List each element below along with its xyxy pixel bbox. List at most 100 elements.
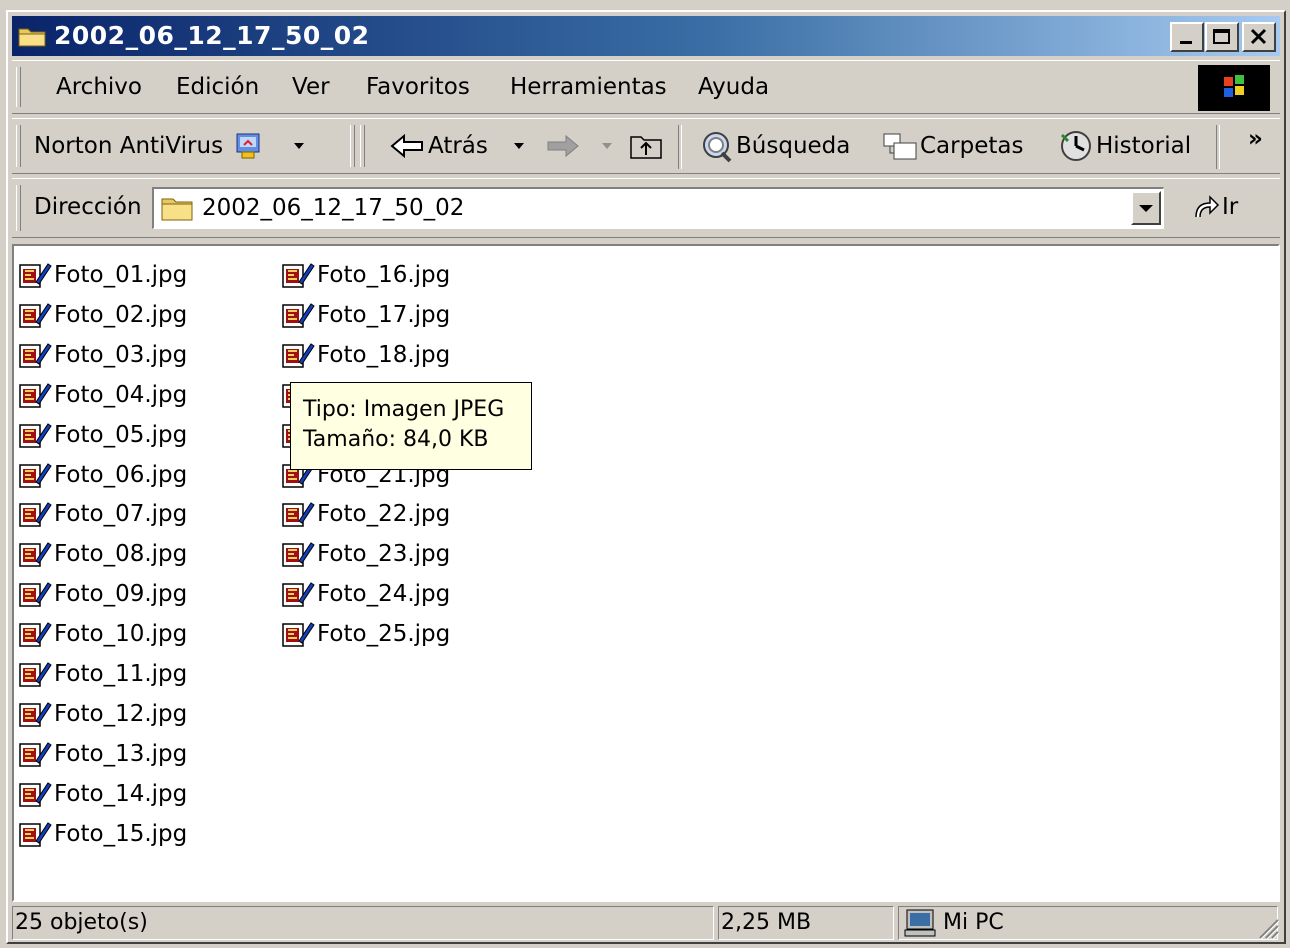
file-info-tooltip: Tipo: Imagen JPEG Tamaño: 84,0 KB <box>290 382 532 470</box>
jpeg-file-icon <box>18 821 54 849</box>
address-bar-grip[interactable] <box>16 185 21 231</box>
menu-favoritos[interactable]: Favoritos <box>366 73 470 101</box>
menu-edicion[interactable]: Edición <box>176 73 259 101</box>
norton-antivirus-label[interactable]: Norton AntiVirus <box>34 132 223 160</box>
folders-icon[interactable] <box>882 131 920 163</box>
file-name: Foto_23.jpg <box>317 541 451 568</box>
toolbar-separator-grip <box>350 125 355 167</box>
my-computer-icon <box>904 909 936 937</box>
jpeg-file-icon <box>18 262 54 290</box>
maximize-button[interactable] <box>1205 22 1239 52</box>
file-name: Foto_07.jpg <box>54 501 188 528</box>
status-bar: 25 objeto(s) 2,25 MB Mi PC <box>12 906 1280 940</box>
jpeg-file-icon <box>18 302 54 330</box>
tooltip-type: Tipo: Imagen JPEG <box>303 397 505 422</box>
jpeg-file-icon <box>18 462 54 490</box>
back-dropdown-icon[interactable] <box>512 141 526 151</box>
jpeg-file-icon <box>281 501 317 529</box>
address-value: 2002_06_12_17_50_02 <box>202 195 465 221</box>
jpeg-file-icon <box>18 382 54 410</box>
explorer-window: 2002_06_12_17_50_02 Archivo Edición Ver … <box>6 10 1286 944</box>
forward-arrow-icon[interactable] <box>544 133 580 159</box>
resize-grip-icon[interactable] <box>1254 914 1280 940</box>
folder-icon <box>161 198 193 221</box>
jpeg-file-icon <box>18 741 54 769</box>
windows-flag-icon <box>1224 75 1244 97</box>
file-name: Foto_14.jpg <box>54 780 188 807</box>
status-location-label: Mi PC <box>943 910 1004 935</box>
jpeg-file-icon <box>18 621 54 649</box>
maximize-icon <box>1213 29 1230 44</box>
menu-ayuda[interactable]: Ayuda <box>698 73 769 101</box>
toolbar-overflow-chevron[interactable]: » <box>1248 125 1263 153</box>
minimize-button[interactable] <box>1170 22 1204 52</box>
file-name: Foto_18.jpg <box>317 341 451 368</box>
forward-dropdown-icon <box>602 143 612 149</box>
standard-toolbar: Norton AntiVirus Atrás Búsqueda Carpetas… <box>12 118 1280 174</box>
jpeg-file-icon <box>281 541 317 569</box>
jpeg-file-icon <box>18 541 54 569</box>
menu-ver[interactable]: Ver <box>292 73 330 101</box>
search-button[interactable]: Búsqueda <box>736 132 850 160</box>
toolbar-separator-2 <box>1216 125 1220 169</box>
file-list-view[interactable]: Foto_01.jpg Foto_02.jpg Foto_03.jpg Foto_04… <box>12 244 1280 902</box>
windows-logo <box>1198 65 1270 111</box>
file-name: Foto_11.jpg <box>54 661 188 687</box>
address-dropdown-button[interactable] <box>1131 191 1161 225</box>
minimize-icon <box>1180 41 1192 44</box>
window-title: 2002_06_12_17_50_02 <box>54 21 370 50</box>
search-icon[interactable] <box>698 129 734 163</box>
history-button[interactable]: Historial <box>1096 132 1191 160</box>
file-name: Foto_15.jpg <box>54 820 188 847</box>
close-icon <box>1250 28 1267 45</box>
file-name: Foto_16.jpg <box>317 262 451 288</box>
menu-archivo[interactable]: Archivo <box>56 73 142 101</box>
go-arrow-icon[interactable] <box>1190 193 1220 223</box>
file-name: Foto_17.jpg <box>317 301 451 328</box>
title-bar[interactable]: 2002_06_12_17_50_02 <box>12 16 1280 56</box>
tooltip-size: Tamaño: 84,0 KB <box>303 427 489 452</box>
folders-button[interactable]: Carpetas <box>920 132 1023 160</box>
jpeg-file-icon <box>18 422 54 450</box>
toolbar-grip-2[interactable] <box>360 125 365 167</box>
go-button[interactable]: Ir <box>1222 193 1238 221</box>
menu-herramientas[interactable]: Herramientas <box>510 73 667 101</box>
jpeg-file-icon <box>281 621 317 649</box>
file-name: Foto_03.jpg <box>54 341 188 368</box>
file-name: Foto_04.jpg <box>54 381 188 408</box>
file-name: Foto_12.jpg <box>54 700 188 727</box>
status-object-count: 25 objeto(s) <box>12 906 714 940</box>
file-name: Foto_22.jpg <box>317 501 451 528</box>
jpeg-file-icon <box>18 781 54 809</box>
close-button[interactable] <box>1242 22 1276 52</box>
jpeg-file-icon <box>18 342 54 370</box>
file-name: Foto_06.jpg <box>54 461 188 488</box>
file-name: Foto_02.jpg <box>54 301 188 328</box>
address-label: Dirección <box>34 194 142 220</box>
jpeg-file-icon <box>281 262 317 290</box>
up-folder-icon[interactable] <box>628 131 664 161</box>
toolbar-separator <box>678 125 682 169</box>
address-input[interactable]: 2002_06_12_17_50_02 <box>152 187 1164 229</box>
history-icon[interactable] <box>1058 129 1096 163</box>
status-location: Mi PC <box>898 906 1278 940</box>
toolbar-grip[interactable] <box>16 125 21 167</box>
norton-antivirus-icon[interactable] <box>234 131 264 161</box>
folder-icon <box>18 28 46 47</box>
file-name: Foto_08.jpg <box>54 541 188 568</box>
jpeg-file-icon <box>18 501 54 529</box>
file-name: Foto_13.jpg <box>54 740 188 767</box>
chevron-down-icon[interactable] <box>292 141 306 151</box>
file-name: Foto_01.jpg <box>54 262 188 288</box>
jpeg-file-icon <box>18 661 54 689</box>
back-button[interactable]: Atrás <box>428 132 488 160</box>
menu-bar-grip[interactable] <box>16 67 21 107</box>
file-name: Foto_24.jpg <box>317 581 451 608</box>
file-name: Foto_05.jpg <box>54 421 188 448</box>
menu-bar: Archivo Edición Ver Favoritos Herramient… <box>12 60 1280 114</box>
jpeg-file-icon <box>18 581 54 609</box>
jpeg-file-icon <box>281 342 317 370</box>
file-name: Foto_25.jpg <box>317 621 451 648</box>
back-arrow-icon[interactable] <box>390 133 426 159</box>
jpeg-file-icon <box>281 302 317 330</box>
